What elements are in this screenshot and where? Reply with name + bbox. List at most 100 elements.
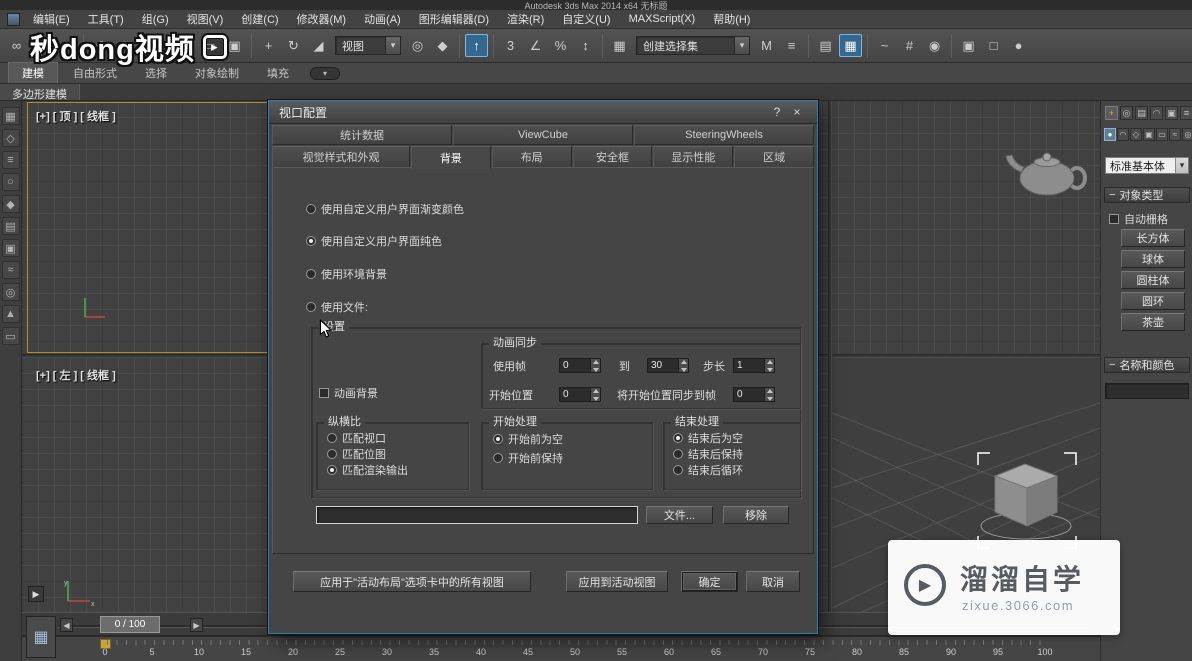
object-type-rollout-header[interactable]: − 对象类型 <box>1104 187 1190 203</box>
ribbon-display-toggle[interactable]: ▾ <box>310 67 340 80</box>
spinner-arrows-icon[interactable] <box>590 358 601 373</box>
track-bar[interactable]: 0510152025303540455055606570758085909510… <box>22 636 1100 661</box>
expand-panel-arrow-button[interactable]: ▶ <box>28 586 44 602</box>
select-and-scale-icon[interactable]: ◢ <box>307 34 330 57</box>
chevron-down-icon[interactable]: ▾ <box>1175 158 1188 173</box>
dialog-tab[interactable]: 布局 <box>492 146 572 168</box>
radio-loop-after-end[interactable]: 结束后循环 <box>673 463 743 476</box>
spinner-arrows-icon[interactable] <box>678 358 689 373</box>
align-icon[interactable]: ≡ <box>780 34 803 57</box>
close-button[interactable]: × <box>787 105 807 119</box>
keyboard-shortcut-override-icon[interactable]: ↑ <box>465 34 488 57</box>
left-tool-icon[interactable]: ▲ <box>2 305 20 323</box>
ok-button[interactable]: 确定 <box>681 571 738 592</box>
object-name-field[interactable] <box>1105 383 1189 399</box>
primitive-button[interactable]: 长方体 <box>1121 229 1185 247</box>
left-viewport-label[interactable]: [+] [ 左 ] [ 线框 ] <box>36 367 116 383</box>
dialog-tab[interactable]: 显示性能 <box>653 146 733 168</box>
dialog-tab[interactable]: 统计数据 <box>272 125 452 145</box>
ribbon-panel-polygon-modeling[interactable]: 多边形建模 <box>0 84 80 100</box>
menu-item[interactable]: 动画(A) <box>355 10 410 28</box>
select-and-move-icon[interactable]: + <box>257 34 280 57</box>
select-and-manipulate-icon[interactable]: ◆ <box>431 34 454 57</box>
create-tab-icon[interactable]: + <box>1105 106 1118 120</box>
menu-item[interactable]: 图形编辑器(D) <box>410 10 498 28</box>
named-selection-set-dropdown[interactable]: 创建选择集 ▾ <box>636 36 750 55</box>
use-frame-spinner[interactable]: 0 <box>559 358 601 373</box>
dialog-tab[interactable]: ViewCube <box>453 125 633 145</box>
angle-snap-icon[interactable]: ∠ <box>524 34 547 57</box>
dialog-tab[interactable]: 区域 <box>734 146 814 168</box>
chevron-down-icon[interactable]: ▾ <box>734 37 749 54</box>
dialog-titlebar[interactable]: 视口配置 ? × <box>269 101 817 124</box>
left-tool-icon[interactable]: ▦ <box>2 107 20 125</box>
remove-button[interactable]: 移除 <box>723 506 789 524</box>
end-frame-spinner[interactable]: 30 <box>647 358 689 373</box>
sync-frame-spinner[interactable]: 0 <box>733 387 775 402</box>
radio-match-bitmap[interactable]: 匹配位图 <box>327 447 386 460</box>
menu-item[interactable]: 修改器(M) <box>288 10 356 28</box>
start-position-spinner[interactable]: 0 <box>559 387 601 402</box>
render-production-icon[interactable]: ● <box>1007 34 1030 57</box>
time-slider-thumb[interactable]: 0 / 100 <box>100 616 160 633</box>
autogrid-checkbox-row[interactable]: 自动栅格 <box>1109 211 1168 227</box>
material-editor-icon[interactable]: ◉ <box>923 34 946 57</box>
menu-item[interactable]: 创建(C) <box>232 10 287 28</box>
radio-hold-before-start[interactable]: 开始前保持 <box>493 451 563 464</box>
primitive-button[interactable]: 球体 <box>1121 250 1185 268</box>
modify-tab-icon[interactable]: ◎ <box>1120 106 1133 120</box>
radio-match-viewport[interactable]: 匹配视口 <box>327 431 386 444</box>
shapes-category-icon[interactable]: ◠ <box>1117 128 1129 141</box>
graphite-ribbon-toggle-icon[interactable]: ▦ <box>839 34 862 57</box>
render-setup-icon[interactable]: ▣ <box>957 34 980 57</box>
radio-blank-after-end[interactable]: 结束后为空 <box>673 431 743 444</box>
apply-to-all-views-button[interactable]: 应用于"活动布局"选项卡中的所有视图 <box>293 571 531 592</box>
primitive-button[interactable]: 茶壶 <box>1121 313 1185 331</box>
select-and-link-icon[interactable]: ∞ <box>5 34 28 57</box>
schematic-view-icon[interactable]: # <box>898 34 921 57</box>
curve-editor-icon[interactable]: ~ <box>873 34 896 57</box>
dialog-tab[interactable]: 安全框 <box>573 146 653 168</box>
radio-use-solid-color[interactable]: 使用自定义用户界面纯色 <box>306 234 442 247</box>
rendered-frame-window-icon[interactable]: □ <box>982 34 1005 57</box>
reference-coordinate-dropdown[interactable]: 视图 ▾ <box>335 36 401 55</box>
primitive-button[interactable]: 圆柱体 <box>1121 271 1185 289</box>
lights-category-icon[interactable]: ◇ <box>1130 128 1142 141</box>
background-file-path-field[interactable] <box>316 506 638 524</box>
utilities-tab-icon[interactable]: ≡ <box>1180 106 1192 120</box>
left-tool-icon[interactable]: ▣ <box>2 239 20 257</box>
edit-named-selection-sets-icon[interactable]: ▦ <box>608 34 631 57</box>
primitive-type-dropdown[interactable]: 标准基本体 ▾ <box>1105 157 1189 174</box>
apply-to-active-view-button[interactable]: 应用到活动视图 <box>566 571 668 592</box>
radio-hold-after-end[interactable]: 结束后保持 <box>673 447 743 460</box>
radio-blank-before-start[interactable]: 开始前为空 <box>493 432 563 445</box>
cancel-button[interactable]: 取消 <box>746 571 800 592</box>
box-object[interactable] <box>981 464 1071 539</box>
left-tool-icon[interactable]: ◆ <box>2 195 20 213</box>
radio-match-render-output[interactable]: 匹配渲染输出 <box>327 463 408 476</box>
teapot-object[interactable] <box>997 131 1092 209</box>
left-tool-icon[interactable]: ≈ <box>2 261 20 279</box>
radio-use-gradient[interactable]: 使用自定义用户界面渐变颜色 <box>306 202 464 215</box>
layer-manager-icon[interactable]: ▤ <box>814 34 837 57</box>
name-color-rollout-header[interactable]: − 名称和颜色 <box>1104 357 1190 373</box>
hierarchy-tab-icon[interactable]: ▤ <box>1135 106 1148 120</box>
dialog-tab[interactable]: SteeringWheels <box>634 125 814 145</box>
mini-curve-editor-icon[interactable]: ▦ <box>26 616 56 658</box>
help-button[interactable]: ? <box>767 105 787 119</box>
left-tool-icon[interactable]: ◎ <box>2 283 20 301</box>
left-tool-icon[interactable]: ≡ <box>2 151 20 169</box>
motion-tab-icon[interactable]: ◠ <box>1150 106 1163 120</box>
chevron-down-icon[interactable]: ▾ <box>385 37 400 54</box>
display-tab-icon[interactable]: ▣ <box>1165 106 1178 120</box>
primitive-button[interactable]: 圆环 <box>1121 292 1185 310</box>
systems-category-icon[interactable]: ◎ <box>1182 128 1192 141</box>
ribbon-tab[interactable]: 填充 <box>254 63 302 83</box>
menu-item[interactable]: 帮助(H) <box>704 10 759 28</box>
radio-use-file[interactable]: 使用文件: <box>306 300 368 313</box>
dialog-tab[interactable]: 视觉样式和外观 <box>272 146 410 168</box>
left-tool-icon[interactable]: ▤ <box>2 217 20 235</box>
next-frame-button[interactable]: ▶ <box>190 618 203 632</box>
spacewarps-category-icon[interactable]: ≈ <box>1169 128 1181 141</box>
spinner-snap-icon[interactable]: ↕ <box>574 34 597 57</box>
